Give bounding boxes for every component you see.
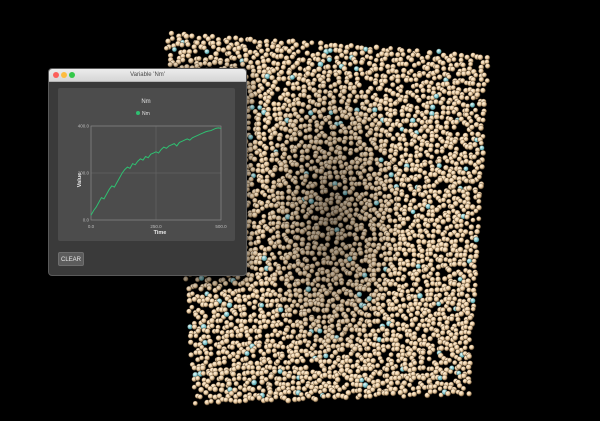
legend-label-nm: Nm bbox=[142, 111, 150, 117]
x-tick-label: 0.0 bbox=[88, 224, 95, 229]
chart-legend: Nm bbox=[136, 111, 150, 117]
y-tick-label: 200.0 bbox=[78, 171, 90, 176]
line-chart: Nm Nm Value Time 0.0 250.0 500.00.0200.040… bbox=[77, 99, 227, 236]
window-titlebar[interactable]: Variable 'Nm' bbox=[49, 69, 246, 82]
sheet-shadow bbox=[255, 65, 405, 365]
clear-button[interactable]: CLEAR bbox=[58, 252, 84, 266]
window-title: Variable 'Nm' bbox=[130, 72, 165, 78]
x-tick-label: 250.0 bbox=[150, 224, 162, 229]
legend-marker-nm bbox=[136, 111, 140, 115]
x-axis-label: Time bbox=[154, 230, 167, 236]
y-tick-label: 400.0 bbox=[78, 124, 90, 129]
y-tick-label: 0.0 bbox=[83, 218, 90, 223]
chart-title: Nm bbox=[141, 99, 150, 105]
x-tick-label: 500.0 bbox=[215, 224, 227, 229]
